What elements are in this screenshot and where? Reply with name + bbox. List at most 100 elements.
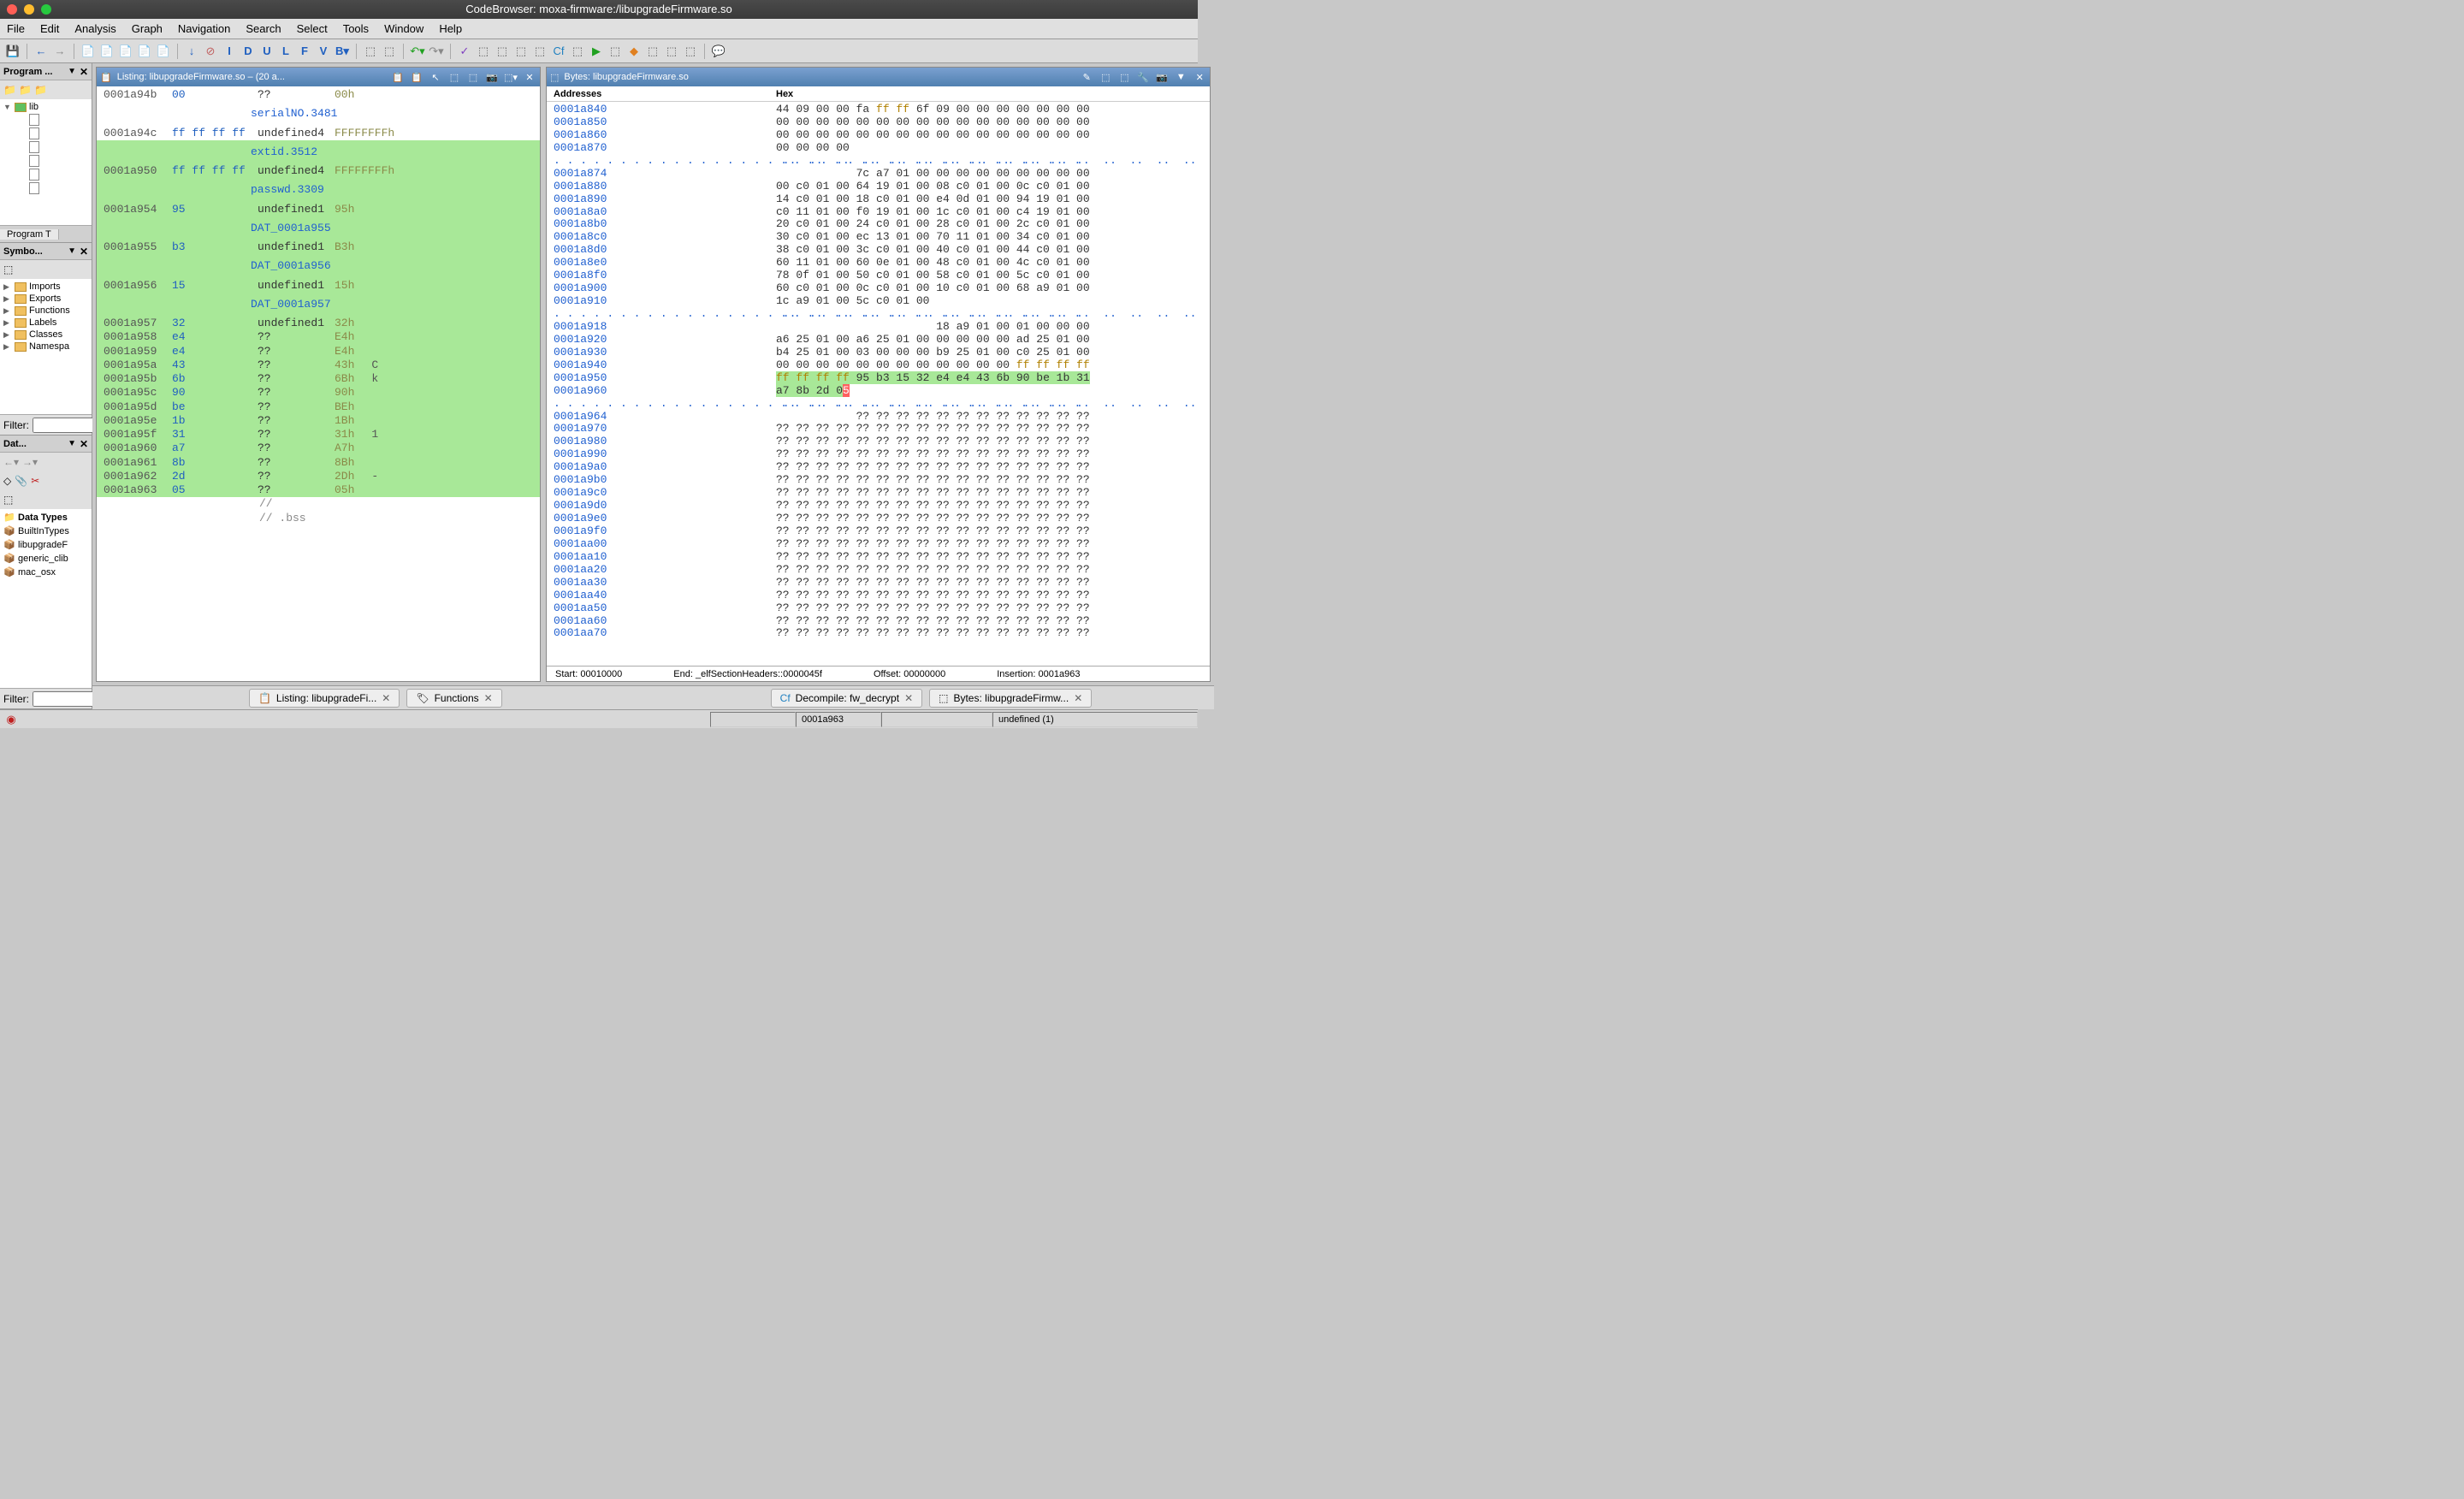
camera-icon[interactable]: 📷 xyxy=(1155,70,1169,84)
listing-row[interactable]: 0001a94b00??00h xyxy=(97,88,540,102)
symbol-tree-item[interactable]: ▶Labels xyxy=(2,317,90,329)
bytes-row[interactable]: . . . . . . . . . . . . . . . . . . . . … xyxy=(554,308,1203,321)
tree-leaf[interactable] xyxy=(27,113,90,127)
redo-icon[interactable]: ↷▾ xyxy=(429,44,444,59)
wrench-icon[interactable]: 🔧 xyxy=(1136,70,1150,84)
letter-b-icon[interactable]: B▾ xyxy=(335,44,350,59)
tool-icon[interactable]: ⬚ xyxy=(495,44,510,59)
tool-icon[interactable]: ⬚ xyxy=(607,44,623,59)
listing-row[interactable]: 0001a960a7??A7h xyxy=(97,441,540,455)
letter-d-icon[interactable]: D xyxy=(240,44,256,59)
stop-icon[interactable]: ⊘ xyxy=(203,44,218,59)
data-types-item[interactable]: 📦libupgradeF xyxy=(2,538,90,552)
bytes-row[interactable]: 0001a930b4 25 01 00 03 00 00 00 b9 25 01… xyxy=(554,347,1203,359)
tool-icon[interactable]: 📄 xyxy=(118,44,133,59)
bytes-row[interactable]: 0001a87000 00 00 00 xyxy=(554,142,1203,155)
bytes-row[interactable]: 0001a9e0?? ?? ?? ?? ?? ?? ?? ?? ?? ?? ??… xyxy=(554,513,1203,525)
tree-icon[interactable]: 📁 xyxy=(19,84,31,96)
menu-file[interactable]: File xyxy=(7,22,25,35)
listing-row[interactable]: 0001a9618b??8Bh xyxy=(97,456,540,470)
dt-icon[interactable]: ⬚ xyxy=(3,494,13,506)
tab-program-trees[interactable]: Program T xyxy=(0,229,59,240)
bytes-row[interactable]: 0001a8d038 c0 01 00 3c c0 01 00 40 c0 01… xyxy=(554,244,1203,257)
listing-row[interactable]: serialNO.3481 xyxy=(97,107,540,121)
tool-icon[interactable]: 📄 xyxy=(156,44,171,59)
undo-icon[interactable]: ↶▾ xyxy=(410,44,425,59)
menu-select[interactable]: Select xyxy=(297,22,328,35)
bytes-row[interactable]: 0001a8f078 0f 01 00 50 c0 01 00 58 c0 01… xyxy=(554,270,1203,282)
bytes-row[interactable]: 0001a88000 c0 01 00 64 19 01 00 08 c0 01… xyxy=(554,181,1203,193)
tool-icon[interactable]: 📄 xyxy=(80,44,96,59)
bytes-row[interactable]: 0001a9a0?? ?? ?? ?? ?? ?? ?? ?? ?? ?? ??… xyxy=(554,461,1203,474)
bytes-row[interactable]: 0001a9f0?? ?? ?? ?? ?? ?? ?? ?? ?? ?? ??… xyxy=(554,525,1203,538)
tool-icon[interactable]: ⬚ xyxy=(476,44,491,59)
down-arrow-icon[interactable]: ↓ xyxy=(184,44,199,59)
tool-icon[interactable]: ⬚ xyxy=(382,44,397,59)
close-icon[interactable]: ✕ xyxy=(80,246,88,258)
bytes-row[interactable]: 0001aa50?? ?? ?? ?? ?? ?? ?? ?? ?? ?? ??… xyxy=(554,602,1203,615)
play-icon[interactable]: ▶ xyxy=(589,44,604,59)
dt-icon[interactable]: ✂ xyxy=(31,475,39,487)
paste-icon[interactable]: 📋 xyxy=(410,70,424,84)
close-icon[interactable]: ✕ xyxy=(382,692,390,704)
menu-analysis[interactable]: Analysis xyxy=(74,22,116,35)
menu-edit[interactable]: Edit xyxy=(40,22,59,35)
listing-row[interactable]: 0001a95dbe??BEh xyxy=(97,400,540,414)
close-window-button[interactable] xyxy=(7,4,17,15)
listing-row[interactable]: 0001a950ff ff ff ffundefined4FFFFFFFFh xyxy=(97,164,540,178)
bytes-row[interactable]: 0001aa40?? ?? ?? ?? ?? ?? ?? ?? ?? ?? ??… xyxy=(554,590,1203,602)
letter-f-icon[interactable]: F xyxy=(297,44,312,59)
dt-icon[interactable]: ◇ xyxy=(3,475,11,487)
hicon[interactable]: ▼ xyxy=(1174,70,1188,84)
listing-row[interactable]: 0001a95495undefined195h xyxy=(97,203,540,216)
close-icon[interactable]: ✕ xyxy=(1193,70,1206,84)
menu-help[interactable]: Help xyxy=(439,22,462,35)
listing-row[interactable]: 0001a95f31??31h1 xyxy=(97,428,540,441)
bytes-row[interactable]: 0001aa60?? ?? ?? ?? ?? ?? ?? ?? ?? ?? ??… xyxy=(554,615,1203,628)
letter-u-icon[interactable]: U xyxy=(259,44,275,59)
tool-icon[interactable]: ⬚ xyxy=(532,44,548,59)
close-icon[interactable]: ✕ xyxy=(904,692,913,704)
menu-window[interactable]: Window xyxy=(384,22,424,35)
check-icon[interactable]: ✓ xyxy=(457,44,472,59)
letter-l-icon[interactable]: L xyxy=(278,44,293,59)
bytes-row[interactable]: 0001aa20?? ?? ?? ?? ?? ?? ?? ?? ?? ?? ??… xyxy=(554,564,1203,577)
tool-icon[interactable]: ⬚ xyxy=(645,44,660,59)
close-icon[interactable]: ✕ xyxy=(523,70,536,84)
bytes-row[interactable]: 0001a9b0?? ?? ?? ?? ?? ?? ?? ?? ?? ?? ??… xyxy=(554,474,1203,487)
tool-icon[interactable]: 📄 xyxy=(137,44,152,59)
tree-root[interactable]: ▼ lib xyxy=(2,101,90,113)
bytes-body[interactable]: 0001a84044 09 00 00 fa ff ff 6f 09 00 00… xyxy=(547,102,1210,666)
bytes-row[interactable]: 0001a918 18 a9 01 00 01 00 00 00 xyxy=(554,321,1203,334)
dt-icon[interactable]: 📎 xyxy=(15,475,27,487)
data-types-item[interactable]: 📦BuiltInTypes xyxy=(2,524,90,538)
bytes-row[interactable]: 0001a980?? ?? ?? ?? ?? ?? ?? ?? ?? ?? ??… xyxy=(554,435,1203,448)
hicon[interactable]: ⬚ xyxy=(1117,70,1131,84)
symbol-tree-item[interactable]: ▶Imports xyxy=(2,281,90,293)
listing-row[interactable]: 0001a9622d??2Dh- xyxy=(97,470,540,483)
bytes-row[interactable]: 0001a85000 00 00 00 00 00 00 00 00 00 00… xyxy=(554,116,1203,129)
tool-icon[interactable]: ⬚ xyxy=(363,44,378,59)
tree-icon[interactable]: 📁 xyxy=(34,84,46,96)
symbol-tree-item[interactable]: ▶Exports xyxy=(2,293,90,305)
listing-row[interactable]: extid.3512 xyxy=(97,145,540,159)
comment-icon[interactable]: 💬 xyxy=(711,44,726,59)
listing-row[interactable]: 0001a955b3undefined1B3h xyxy=(97,240,540,254)
tree-leaf[interactable] xyxy=(27,181,90,195)
listing-row[interactable]: // xyxy=(97,497,540,511)
tab-bytes[interactable]: ⬚Bytes: libupgradeFirmw...✕ xyxy=(929,689,1092,708)
listing-row[interactable]: 0001a958e4??E4h xyxy=(97,330,540,344)
bytes-row[interactable]: 0001a89014 c0 01 00 18 c0 01 00 e4 0d 01… xyxy=(554,193,1203,206)
hicon[interactable]: ⬚▾ xyxy=(504,70,518,84)
tab-functions[interactable]: 🏷Functions✕ xyxy=(406,689,501,708)
bytes-row[interactable]: 0001a94000 00 00 00 00 00 00 00 00 00 00… xyxy=(554,359,1203,372)
bytes-row[interactable]: 0001aa10?? ?? ?? ?? ?? ?? ?? ?? ?? ?? ??… xyxy=(554,551,1203,564)
tree-leaf[interactable] xyxy=(27,154,90,168)
panel-menu-icon[interactable]: ▼ xyxy=(68,67,76,76)
tree-leaf[interactable] xyxy=(27,168,90,181)
menu-navigation[interactable]: Navigation xyxy=(178,22,230,35)
bytes-row[interactable]: 0001a84044 09 00 00 fa ff ff 6f 09 00 00… xyxy=(554,104,1203,116)
listing-row[interactable]: DAT_0001a955 xyxy=(97,222,540,235)
bytes-row[interactable]: 0001a960a7 8b 2d 05 xyxy=(554,385,1203,398)
cursor-icon[interactable]: ↖ xyxy=(429,70,442,84)
